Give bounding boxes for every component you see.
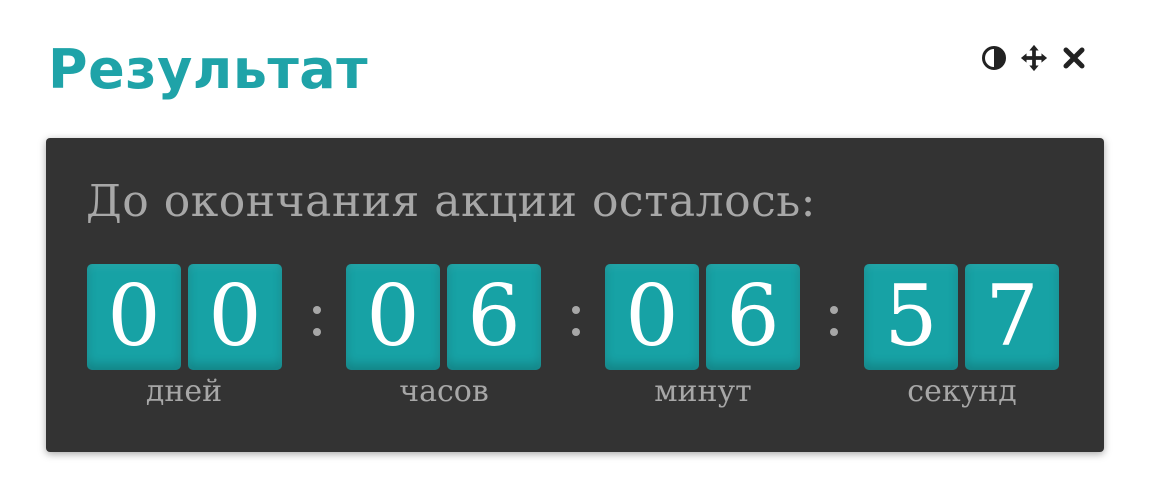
days-digit-1: 0 (87, 264, 181, 370)
seconds-digit-1: 5 (864, 264, 958, 370)
widget-toolbar (980, 42, 1088, 74)
seconds-digit-2: 7 (965, 264, 1059, 370)
countdown-caption: До окончания акции осталось: (86, 176, 817, 227)
close-icon[interactable] (1060, 42, 1088, 74)
time-separator (827, 298, 841, 344)
time-separator (310, 298, 324, 344)
hours-label: часов (399, 374, 489, 409)
move-icon[interactable] (1020, 42, 1048, 74)
minutes-label: минут (654, 374, 752, 409)
minutes-digit-1: 0 (605, 264, 699, 370)
seconds-label: секунд (907, 374, 1017, 409)
minutes-digit-2: 6 (706, 264, 800, 370)
hours-digit-1: 0 (346, 264, 440, 370)
contrast-icon[interactable] (980, 42, 1008, 74)
hours-digit-2: 6 (447, 264, 541, 370)
page-title: Результат (48, 38, 369, 101)
countdown-panel: До окончания акции осталось: 0 0 0 6 0 6… (46, 138, 1104, 452)
days-digit-2: 0 (188, 264, 282, 370)
days-label: дней (145, 374, 223, 409)
time-separator (569, 298, 583, 344)
